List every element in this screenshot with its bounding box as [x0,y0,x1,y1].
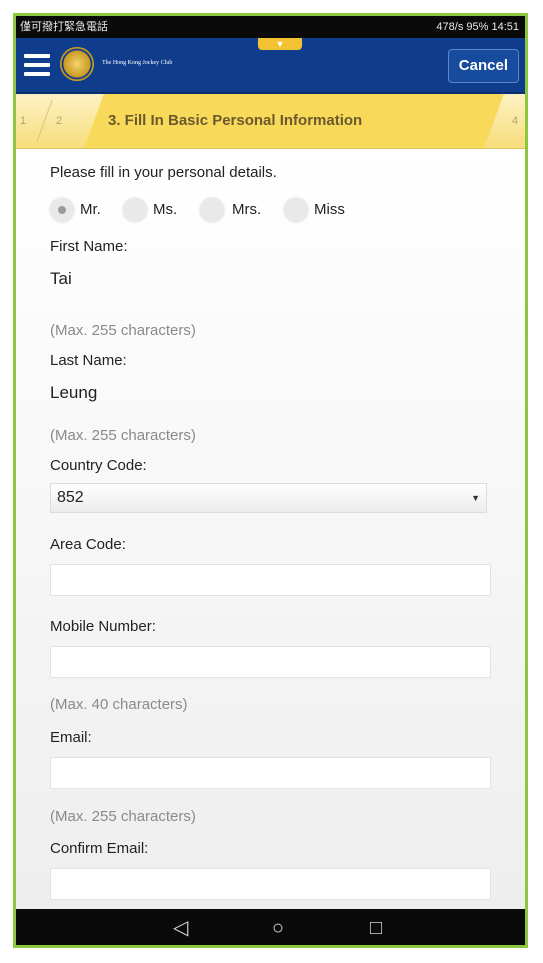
progress-steps: 1 2 3. Fill In Basic Personal Informatio… [16,94,525,149]
app-header: ▼ The Hong Kong Jockey Club Cancel [16,38,525,94]
radio-mr[interactable] [50,198,74,222]
radio-ms[interactable] [123,198,147,222]
last-name-label: Last Name: [50,352,127,369]
email-label: Email: [50,729,92,746]
radio-mrs-label: Mrs. [232,201,262,218]
country-code-select[interactable]: 852 ▼ [50,483,487,513]
country-code-value: 852 [57,489,84,506]
area-code-label: Area Code: [50,536,126,553]
form-area: Please fill in your personal details. Mr… [16,149,525,909]
first-name-hint: (Max. 255 characters) [50,322,196,339]
phone-screen: 僅可撥打緊急電話 478/s 95% 14:51 ▼ The Hong Kong… [13,13,528,948]
dropdown-arrow-icon: ▼ [471,493,480,503]
radio-miss[interactable] [284,198,308,222]
radio-mr-label: Mr. [80,201,101,218]
radio-miss-label: Miss [314,201,345,218]
android-nav-bar: ◁ ○ □ [16,909,525,945]
form-intro: Please fill in your personal details. [50,164,277,181]
back-icon[interactable]: ◁ [173,917,188,939]
first-name-label: First Name: [50,238,128,255]
mobile-number-hint: (Max. 40 characters) [50,696,188,713]
status-bar: 僅可撥打緊急電話 478/s 95% 14:51 [16,16,525,38]
first-name-field[interactable]: Tai [50,269,72,289]
last-name-hint: (Max. 255 characters) [50,427,196,444]
status-left-text: 僅可撥打緊急電話 [20,21,108,33]
mobile-number-label: Mobile Number: [50,618,156,635]
email-hint: (Max. 255 characters) [50,808,196,825]
hamburger-menu-icon[interactable] [24,54,50,76]
confirm-email-label: Confirm Email: [50,840,149,857]
home-icon[interactable]: ○ [272,917,284,939]
hkjc-logo [60,47,94,81]
step-2[interactable]: 2 [56,94,62,148]
pull-down-tab[interactable]: ▼ [258,38,302,50]
radio-mrs[interactable] [200,198,224,222]
radio-ms-label: Ms. [153,201,178,218]
step-1[interactable]: 1 [20,94,26,148]
cancel-button[interactable]: Cancel [447,49,519,83]
mobile-number-input[interactable] [50,646,491,678]
country-code-label: Country Code: [50,457,147,474]
email-input[interactable] [50,757,491,789]
current-step-label: 3. Fill In Basic Personal Information [108,112,363,129]
area-code-input[interactable] [50,564,491,596]
step-4: 4 [512,115,519,127]
last-name-field[interactable]: Leung [50,383,97,403]
status-right-text: 478/s 95% 14:51 [436,21,519,33]
confirm-email-input[interactable] [50,868,491,900]
logo-text: The Hong Kong Jockey Club [102,60,173,66]
step-divider [36,100,53,142]
recents-icon[interactable]: □ [370,917,382,939]
